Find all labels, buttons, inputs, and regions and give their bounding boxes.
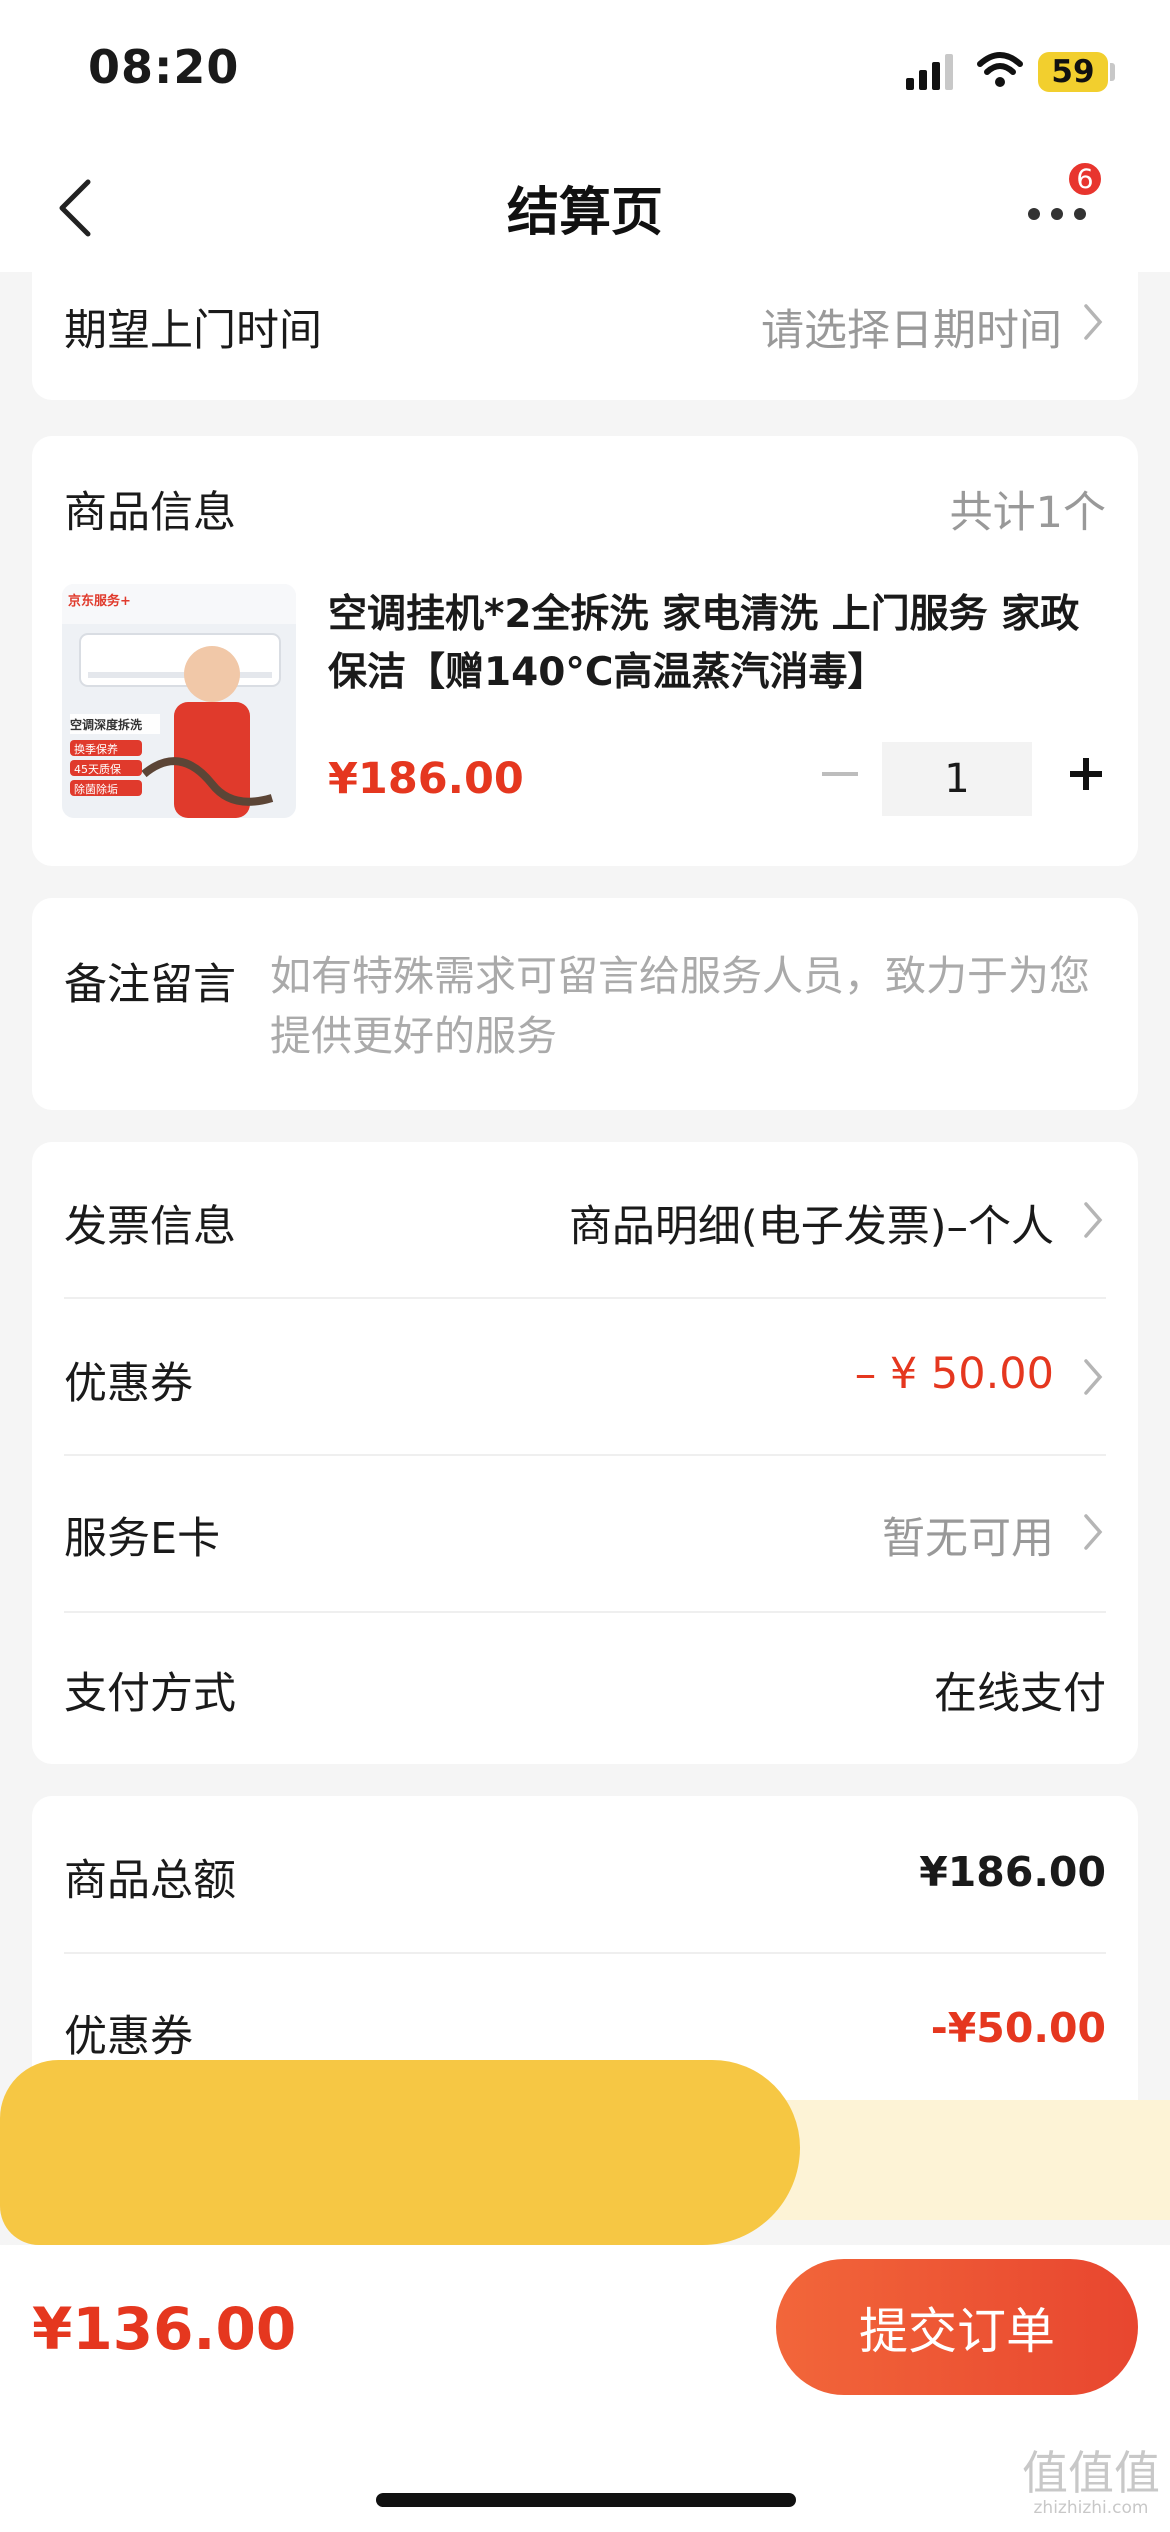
summary-coupon-label: 优惠券 bbox=[64, 2012, 193, 2062]
service-ecard-value: 暂无可用 bbox=[882, 1514, 1054, 1564]
payment-method-row[interactable]: 支付方式 在线支付 bbox=[32, 1613, 1138, 1764]
product-title[interactable]: 空调挂机*2全拆洗 家电清洗 上门服务 家政保洁【赠140°C高温蒸汽消毒】 bbox=[328, 586, 1108, 702]
navigation-bar: 结算页 6 bbox=[0, 140, 1170, 272]
invoice-label: 发票信息 bbox=[64, 1202, 236, 1252]
order-options-card: 发票信息 商品明细(电子发票)–个人 优惠券 – ¥ 50.00 服务E卡 暂无… bbox=[32, 1142, 1138, 1764]
quantity-minus-button[interactable] bbox=[822, 772, 858, 776]
total-price: ¥136.00 bbox=[32, 2295, 297, 2363]
product-section-label: 商品信息 bbox=[64, 488, 236, 538]
product-count: 共计1个 bbox=[949, 488, 1106, 538]
product-image[interactable]: 京东服务+ 空调深度拆洗 换季保养 45天质保 除菌除垢 bbox=[62, 584, 296, 818]
quantity-input[interactable]: 1 bbox=[882, 742, 1032, 816]
goods-total-value: ¥186.00 bbox=[919, 1848, 1106, 1896]
payment-method-label: 支付方式 bbox=[64, 1669, 236, 1719]
goods-total-label: 商品总额 bbox=[64, 1856, 236, 1906]
invoice-row[interactable]: 发票信息 商品明细(电子发票)–个人 bbox=[32, 1142, 1138, 1297]
status-time: 08:20 bbox=[88, 40, 240, 94]
coupon-label: 优惠券 bbox=[64, 1359, 193, 1409]
summary-coupon-value: -¥50.00 bbox=[930, 2004, 1106, 2052]
product-image-tag: 45天质保 bbox=[74, 763, 121, 776]
chevron-right-icon bbox=[1084, 1514, 1103, 1550]
bottom-checkout-bar: ¥136.00 提交订单 bbox=[0, 2245, 1170, 2532]
watermark-sub: zhizhizhi.com bbox=[1033, 2498, 1149, 2518]
battery-indicator: 59 bbox=[1038, 52, 1108, 92]
remark-card[interactable]: 备注留言 如有特殊需求可留言给服务人员，致力于为您提供更好的服务 bbox=[32, 898, 1138, 1110]
remark-input[interactable]: 如有特殊需求可留言给服务人员，致力于为您提供更好的服务 bbox=[270, 946, 1100, 1066]
service-ecard-row[interactable]: 服务E卡 暂无可用 bbox=[32, 1456, 1138, 1611]
divider bbox=[64, 1952, 1106, 1954]
product-price: ¥186.00 bbox=[328, 754, 524, 804]
chevron-right-icon bbox=[1084, 304, 1103, 340]
visit-time-label: 期望上门时间 bbox=[64, 306, 322, 356]
watermark: 值值值 zhizhizhi.com bbox=[1016, 2450, 1166, 2530]
visit-time-card[interactable]: 期望上门时间 请选择日期时间 bbox=[32, 272, 1138, 400]
service-ecard-label: 服务E卡 bbox=[64, 1514, 221, 1564]
cellular-signal-icon bbox=[906, 54, 953, 90]
notification-badge: 6 bbox=[1066, 160, 1104, 198]
submit-order-button[interactable]: 提交订单 bbox=[776, 2259, 1138, 2395]
chevron-right-icon bbox=[1084, 1202, 1103, 1238]
product-image-headline: 空调深度拆洗 bbox=[70, 718, 143, 732]
product-info-card: 商品信息 共计1个 京东服务+ 空调深度拆洗 换季保养 45天质保 除菌除垢 空… bbox=[32, 436, 1138, 866]
status-bar: 08:20 59 bbox=[0, 0, 1170, 140]
watermark-main: 值值值 bbox=[1022, 2446, 1160, 2500]
product-image-tag: 换季保养 bbox=[74, 743, 118, 756]
payment-method-value: 在线支付 bbox=[934, 1669, 1106, 1719]
page-title: 结算页 bbox=[506, 183, 663, 243]
visit-time-placeholder[interactable]: 请选择日期时间 bbox=[761, 296, 1062, 358]
wifi-icon bbox=[977, 52, 1023, 87]
product-image-brand: 京东服务+ bbox=[68, 594, 131, 609]
remark-label: 备注留言 bbox=[64, 960, 236, 1010]
battery-tip bbox=[1110, 63, 1115, 81]
redaction-mark bbox=[0, 2060, 800, 2245]
home-indicator bbox=[376, 2493, 796, 2507]
product-image-tag: 除菌除垢 bbox=[74, 783, 118, 796]
quantity-plus-button[interactable] bbox=[1066, 754, 1106, 794]
chevron-right-icon bbox=[1084, 1359, 1103, 1395]
coupon-value: – ¥ 50.00 bbox=[854, 1349, 1054, 1399]
coupon-row[interactable]: 优惠券 – ¥ 50.00 bbox=[32, 1299, 1138, 1454]
invoice-value: 商品明细(电子发票)–个人 bbox=[568, 1202, 1054, 1252]
